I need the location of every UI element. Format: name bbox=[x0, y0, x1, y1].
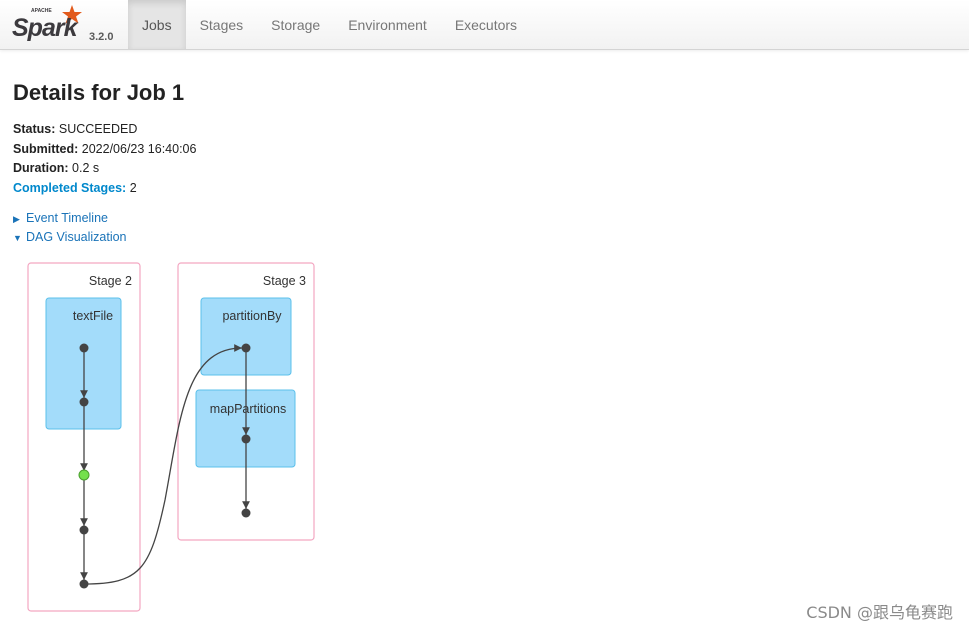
dag-node-highlighted[interactable] bbox=[78, 469, 90, 481]
dag-node[interactable] bbox=[79, 525, 89, 535]
dag-node[interactable] bbox=[241, 343, 251, 353]
stage-3-label: Stage 3 bbox=[263, 274, 306, 288]
watermark: CSDN @跟乌龟赛跑 bbox=[806, 603, 953, 622]
dag-node[interactable] bbox=[241, 434, 251, 444]
dag-node[interactable] bbox=[79, 397, 89, 407]
textfile-cluster-label: textFile bbox=[73, 309, 113, 323]
dag-visualization: Stage 2 textFile Stage 3 partitionBy map… bbox=[27, 262, 315, 612]
partitionby-cluster-label: partitionBy bbox=[222, 309, 282, 323]
mappartitions-cluster-label: mapPartitions bbox=[210, 402, 286, 416]
stage-2-label: Stage 2 bbox=[89, 274, 132, 288]
dag-node[interactable] bbox=[241, 508, 251, 518]
dag-node[interactable] bbox=[79, 343, 89, 353]
dag-node[interactable] bbox=[79, 579, 89, 589]
